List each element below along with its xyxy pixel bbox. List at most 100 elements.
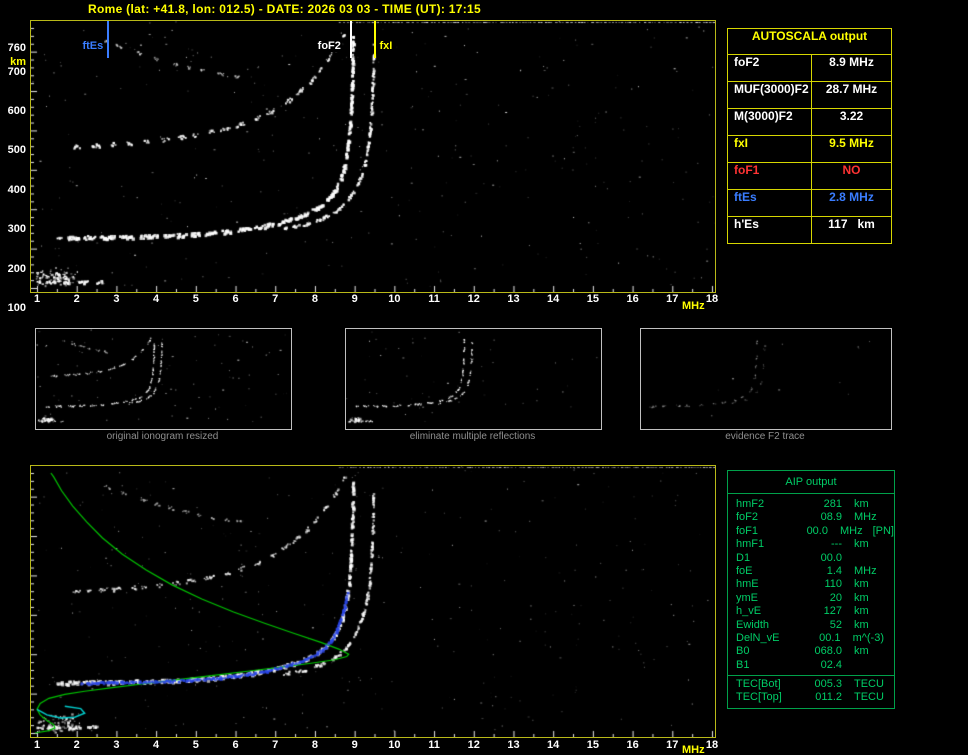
aip-row: foF2 08.9 MHz bbox=[728, 511, 894, 524]
aip-row: B1 02.4 bbox=[728, 659, 894, 672]
autoscala-param-label: fxI bbox=[728, 136, 812, 162]
autoscala-param-label: foF2 bbox=[728, 55, 812, 81]
y-tick-label: 400 bbox=[7, 183, 26, 196]
x-tick-label: 17 bbox=[666, 739, 679, 751]
y-tick-label: 100 bbox=[7, 302, 26, 314]
thumbnail-evidence-f2 bbox=[640, 328, 892, 430]
aip-row: B0 068.0 km bbox=[728, 645, 894, 658]
x-axis-unit-bottom: MHz bbox=[682, 744, 705, 755]
autoscala-rows: foF2 8.9 MHz MUF(3000)F2 28.7 MHz M(3000)F2 3… bbox=[728, 55, 891, 243]
autoscala-param-value: 9.5 MHz bbox=[829, 136, 874, 150]
x-tick-label: 8 bbox=[311, 739, 318, 751]
autoscala-param-value: 8.9 MHz bbox=[829, 55, 874, 69]
aip-param-label: foF2 bbox=[736, 511, 759, 524]
aip-param-unit: km bbox=[854, 645, 869, 658]
x-tick-label: 11 bbox=[428, 739, 440, 751]
aip-param-value: 00.0 bbox=[806, 524, 828, 537]
aip-tec-rows: TEC[Bot] 005.3 TECU TEC[Top] 011.2 TECU bbox=[728, 675, 894, 708]
aip-param-value: 08.9 bbox=[820, 511, 842, 524]
ionogram-canvas-bottom bbox=[31, 466, 715, 737]
aip-param-value: --- bbox=[831, 538, 842, 551]
y-tick-label: 760 bbox=[7, 42, 26, 54]
x-tick-label: 3 bbox=[113, 739, 120, 751]
ionogram-canvas-top bbox=[31, 21, 715, 292]
autoscala-row: M(3000)F2 3.22 bbox=[728, 108, 891, 135]
x-tick-label: 1 bbox=[33, 739, 41, 751]
x-tick-label: 2 bbox=[73, 293, 80, 305]
x-tick-label: 13 bbox=[507, 739, 520, 751]
aip-param-label: TEC[Top] bbox=[736, 691, 782, 704]
y-axis-unit: km bbox=[10, 56, 26, 68]
aip-param-unit: km bbox=[854, 605, 869, 618]
x-tick-label: 12 bbox=[467, 293, 480, 305]
x-tick-label: 13 bbox=[507, 293, 520, 305]
aip-param-value: 110 bbox=[824, 578, 842, 591]
aip-row: hmE 110 km bbox=[728, 578, 894, 591]
y-axis-bottom: 760700600500400300200100km bbox=[0, 465, 28, 738]
x-axis-top: 1 2 3 4 5 6 7 8 9 10 11 12 13 14 15 16 17 18 bbox=[31, 293, 731, 306]
aip-row: h_vE 127 km bbox=[728, 605, 894, 618]
autoscala-param-label: ftEs bbox=[728, 190, 812, 216]
autoscala-row: foF1 NO bbox=[728, 162, 891, 189]
aip-row: hmF1 --- km bbox=[728, 538, 894, 551]
y-tick-label: 600 bbox=[7, 105, 26, 118]
autoscala-param-label: M(3000)F2 bbox=[728, 109, 812, 135]
aip-param-unit: TECU bbox=[854, 691, 884, 704]
y-tick-label: 200 bbox=[7, 262, 26, 275]
autoscala-param-value: 117 km bbox=[828, 217, 875, 231]
marker-line-foF2 bbox=[349, 21, 352, 58]
aip-param-unit: km bbox=[854, 618, 869, 631]
x-tick-label: 8 bbox=[311, 293, 318, 305]
x-tick-label: 5 bbox=[192, 293, 199, 305]
aip-param-unit bbox=[842, 659, 854, 672]
aip-param-label: Ewidth bbox=[736, 618, 770, 631]
autoscala-row: fxI 9.5 MHz bbox=[728, 135, 891, 162]
aip-output-table: AIP output hmF2 281 km foF2 08.9 MHz foF1 00.0 M… bbox=[727, 470, 895, 709]
aip-param-unit: m^(-3) bbox=[852, 631, 884, 644]
x-tick-label: 14 bbox=[547, 739, 560, 751]
aip-param-value: 00.1 bbox=[819, 631, 841, 644]
aip-param-value: 02.4 bbox=[820, 658, 842, 671]
autoscala-param-value: 2.8 MHz bbox=[829, 190, 874, 204]
autoscala-row: ftEs 2.8 MHz bbox=[728, 189, 891, 216]
x-tick-label: 16 bbox=[626, 293, 639, 305]
aip-param-label: hmF2 bbox=[736, 498, 765, 510]
x-tick-label: 17 bbox=[666, 293, 679, 305]
x-tick-label: 6 bbox=[232, 739, 239, 751]
aip-param-unit: TECU bbox=[854, 678, 884, 691]
aip-param-unit bbox=[842, 552, 854, 565]
thumbnail-caption-3: evidence F2 trace bbox=[725, 431, 805, 442]
x-tick-label: 3 bbox=[113, 293, 120, 305]
aip-param-label: foF1 bbox=[736, 524, 759, 537]
thumbnail-canvas-3 bbox=[641, 329, 889, 427]
x-tick-label: 4 bbox=[153, 293, 160, 305]
aip-param-label: hmF1 bbox=[736, 538, 765, 551]
aip-param-unit: km bbox=[854, 591, 869, 604]
station-title: Rome (lat: +41.8, lon: 012.5) - DATE: 20… bbox=[88, 2, 481, 16]
x-tick-label: 5 bbox=[192, 739, 199, 751]
x-tick-label: 15 bbox=[586, 739, 599, 751]
marker-line-fxI bbox=[373, 21, 376, 58]
x-tick-label: 10 bbox=[388, 739, 401, 751]
x-tick-label: 15 bbox=[586, 293, 599, 305]
aip-param-label: foE bbox=[736, 564, 753, 577]
aip-param-label: DelN_vE bbox=[736, 631, 780, 644]
aip-row: foF1 00.0 MHz [PN] bbox=[728, 525, 894, 538]
autoscala-param-label: MUF(3000)F2 bbox=[728, 82, 812, 108]
thumbnail-original-ionogram bbox=[35, 328, 292, 430]
aip-param-unit: km bbox=[854, 498, 869, 510]
aip-param-value: 52 bbox=[829, 618, 842, 631]
aip-param-label: TEC[Bot] bbox=[736, 678, 781, 691]
autoscala-row: h'Es 117 km bbox=[728, 216, 891, 243]
marker-label-ftEs: ftEs bbox=[81, 40, 105, 52]
aip-param-unit: km bbox=[854, 538, 869, 551]
autoscala-header: AUTOSCALA output bbox=[728, 29, 891, 55]
aip-param-label: ymE bbox=[736, 591, 758, 604]
aip-row: ymE 20 km bbox=[728, 592, 894, 605]
autoscala-param-value: 3.22 bbox=[839, 109, 864, 123]
autoscala-param-value: 28.7 MHz bbox=[825, 82, 878, 96]
aip-row: Ewidth 52 km bbox=[728, 619, 894, 632]
thumbnail-canvas-2 bbox=[346, 329, 599, 427]
aip-row: hmF2 281 km bbox=[728, 498, 894, 511]
marker-label-foF2: foF2 bbox=[316, 40, 342, 52]
